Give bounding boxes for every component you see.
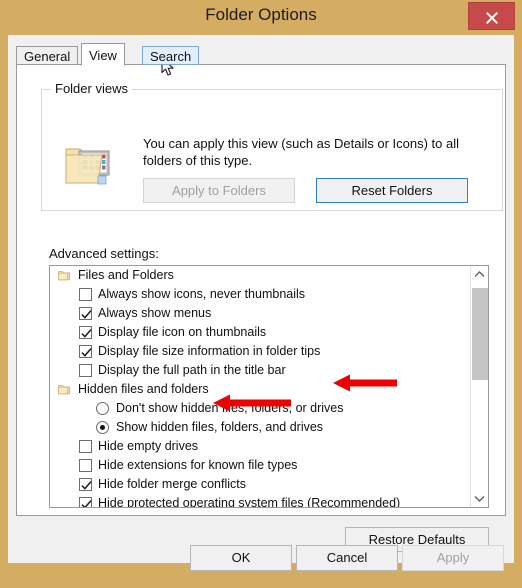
dialog-client-area: General View Search Folder views You can… <box>8 35 514 563</box>
checkbox[interactable] <box>79 326 92 339</box>
settings-checkbox-row[interactable]: Display file size information in folder … <box>50 342 471 361</box>
settings-checkbox-label: Hide empty drives <box>98 439 199 453</box>
settings-checkbox-label: Display the full path in the title bar <box>98 363 286 377</box>
tab-strip: General View Search <box>16 43 506 66</box>
check-icon <box>81 481 92 490</box>
settings-checkbox-row[interactable]: Display the full path in the title bar <box>50 361 471 380</box>
folder-view-icon <box>64 141 114 189</box>
checkbox[interactable] <box>79 307 92 320</box>
scrollbar-down-button[interactable] <box>471 490 488 507</box>
cancel-button[interactable]: Cancel <box>296 545 398 571</box>
settings-checkbox-row[interactable]: Always show menus <box>50 304 471 323</box>
advanced-settings-label: Advanced settings: <box>49 246 159 261</box>
folder-icon <box>58 271 70 281</box>
close-button[interactable] <box>468 2 515 30</box>
settings-checkbox-label: Always show menus <box>98 306 212 320</box>
settings-group-label: Hidden files and folders <box>78 382 209 396</box>
check-icon <box>81 310 92 319</box>
scrollbar-up-button[interactable] <box>471 266 488 283</box>
window-title: Folder Options <box>205 5 317 24</box>
check-icon <box>81 329 92 338</box>
folder-options-dialog: Folder Options General View Search Folde… <box>0 0 522 588</box>
settings-checkbox-label: Hide extensions for known file types <box>98 458 298 472</box>
tab-search[interactable]: Search <box>142 46 200 65</box>
folder-views-legend: Folder views <box>51 81 132 96</box>
settings-checkbox-label: Hide protected operating system files (R… <box>98 496 401 508</box>
settings-checkbox-row[interactable]: Hide folder merge conflicts <box>50 475 471 494</box>
tab-view[interactable]: View <box>81 43 125 66</box>
tab-general[interactable]: General <box>16 46 79 65</box>
folder-views-description: You can apply this view (such as Details… <box>143 136 460 168</box>
apply-to-folders-button[interactable]: Apply to Folders <box>143 178 295 203</box>
scrollbar-thumb[interactable] <box>472 288 488 380</box>
advanced-settings-list[interactable]: Files and Folders Always show icons, neve… <box>49 265 489 508</box>
checkbox[interactable] <box>79 364 92 377</box>
radio-button[interactable] <box>96 402 109 415</box>
settings-radio-row[interactable]: Show hidden files, folders, and drives <box>50 418 471 437</box>
scrollbar-track[interactable] <box>471 283 488 490</box>
reset-folders-button[interactable]: Reset Folders <box>316 178 468 203</box>
title-bar: Folder Options <box>0 0 522 35</box>
advanced-settings-rows: Files and Folders Always show icons, neve… <box>50 266 471 508</box>
check-icon <box>81 500 92 507</box>
settings-checkbox-label: Always show icons, never thumbnails <box>98 287 306 301</box>
chevron-down-icon <box>474 496 485 502</box>
checkbox[interactable] <box>79 345 92 358</box>
settings-checkbox-label: Display file icon on thumbnails <box>98 325 267 339</box>
settings-checkbox-row[interactable]: Always show icons, never thumbnails <box>50 285 471 304</box>
checkbox[interactable] <box>79 288 92 301</box>
check-icon <box>81 348 92 357</box>
arrow-show-hidden-files <box>333 374 397 397</box>
settings-checkbox-row[interactable]: Hide protected operating system files (R… <box>50 494 471 508</box>
settings-radio-label: Show hidden files, folders, and drives <box>116 420 324 434</box>
settings-checkbox-label: Hide folder merge conflicts <box>98 477 246 491</box>
settings-group-row[interactable]: Files and Folders <box>50 266 471 285</box>
checkbox[interactable] <box>79 459 92 472</box>
apply-button[interactable]: Apply <box>402 545 504 571</box>
settings-checkbox-label: Display file size information in folder … <box>98 344 321 358</box>
list-scrollbar[interactable] <box>470 266 488 507</box>
checkbox[interactable] <box>79 497 92 507</box>
checkbox[interactable] <box>79 478 92 491</box>
folder-icon <box>58 385 70 395</box>
close-icon <box>485 12 498 24</box>
checkbox[interactable] <box>79 440 92 453</box>
ok-button[interactable]: OK <box>190 545 292 571</box>
radio-dot <box>100 425 105 430</box>
settings-checkbox-row[interactable]: Hide extensions for known file types <box>50 456 471 475</box>
radio-button[interactable] <box>96 421 109 434</box>
settings-checkbox-row[interactable]: Display file icon on thumbnails <box>50 323 471 342</box>
settings-group-label: Files and Folders <box>78 268 174 282</box>
settings-checkbox-row[interactable]: Hide empty drives <box>50 437 471 456</box>
arrow-hide-empty-drives <box>213 394 291 417</box>
chevron-up-icon <box>474 271 485 277</box>
